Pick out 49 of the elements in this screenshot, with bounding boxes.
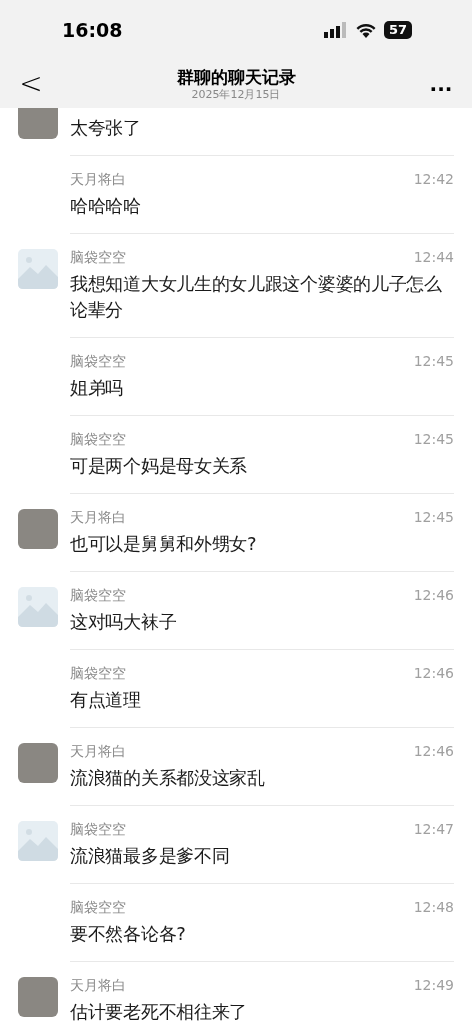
message-time: 12:46 bbox=[413, 585, 454, 605]
message-time: 12:46 bbox=[413, 741, 454, 761]
photo-placeholder bbox=[18, 509, 58, 549]
message-text: 要不然各论各? bbox=[70, 922, 187, 946]
message-time: 12:45 bbox=[413, 351, 454, 371]
sender-name: 脑袋空空 bbox=[70, 429, 126, 449]
photo-placeholder bbox=[18, 743, 58, 783]
battery-level: 57 bbox=[383, 21, 412, 39]
message-text: 太夸张了 bbox=[70, 116, 142, 140]
message-text: 估计要老死不相往来了 bbox=[70, 1000, 248, 1024]
sender-name: 脑袋空空 bbox=[70, 351, 126, 371]
sender-name: 脑袋空空 bbox=[70, 663, 126, 683]
message-time: 12:42 bbox=[413, 169, 454, 189]
sender-name: 脑袋空空 bbox=[70, 247, 126, 267]
signal-icon bbox=[323, 22, 348, 38]
sender-name: 脑袋空空 bbox=[70, 585, 126, 605]
message-time: 12:45 bbox=[413, 507, 454, 527]
message-text: 可是两个妈是母女关系 bbox=[70, 454, 248, 478]
sender-name: 脑袋空空 bbox=[70, 819, 126, 839]
message-time: 12:45 bbox=[413, 429, 454, 449]
message-text: 也可以是舅舅和外甥女? bbox=[70, 532, 258, 556]
sender-name: 天月将白 bbox=[70, 975, 126, 995]
more-button[interactable]: ... bbox=[426, 74, 456, 94]
back-button[interactable]: < bbox=[16, 70, 46, 98]
message-text: 哈哈哈哈 bbox=[70, 194, 142, 218]
message-text: 流浪猫最多是爹不同 bbox=[70, 844, 231, 868]
chat-title: 群聊的聊天记录 bbox=[176, 66, 296, 88]
status-time: 16:08 bbox=[62, 17, 123, 43]
message-time: 12:46 bbox=[413, 663, 454, 683]
image-placeholder-icon bbox=[18, 587, 58, 627]
sender-name: 脑袋空空 bbox=[70, 897, 126, 917]
image-placeholder-icon bbox=[18, 249, 58, 289]
message-text: 这对吗大袜子 bbox=[70, 610, 178, 634]
message-time: 12:49 bbox=[413, 975, 454, 995]
wifi-icon bbox=[355, 22, 376, 38]
photo-placeholder bbox=[18, 108, 58, 139]
chat-date: 2025年12月15日 bbox=[191, 88, 281, 102]
message-text: 姐弟吗 bbox=[70, 376, 125, 400]
message-text: 有点道理 bbox=[70, 688, 142, 712]
message-time: 12:48 bbox=[413, 897, 454, 917]
image-placeholder-icon bbox=[18, 821, 58, 861]
photo-placeholder bbox=[18, 977, 58, 1017]
sender-name: 天月将白 bbox=[70, 507, 126, 527]
message-text: 流浪猫的关系都没这家乱 bbox=[70, 766, 266, 790]
sender-name: 天月将白 bbox=[70, 169, 126, 189]
message-text: 我想知道大女儿生的女儿跟这个婆婆的儿子怎么论辈分 bbox=[70, 272, 443, 322]
message-time: 12:44 bbox=[413, 247, 454, 267]
sender-name: 天月将白 bbox=[70, 741, 126, 761]
message-time: 12:47 bbox=[413, 819, 454, 839]
